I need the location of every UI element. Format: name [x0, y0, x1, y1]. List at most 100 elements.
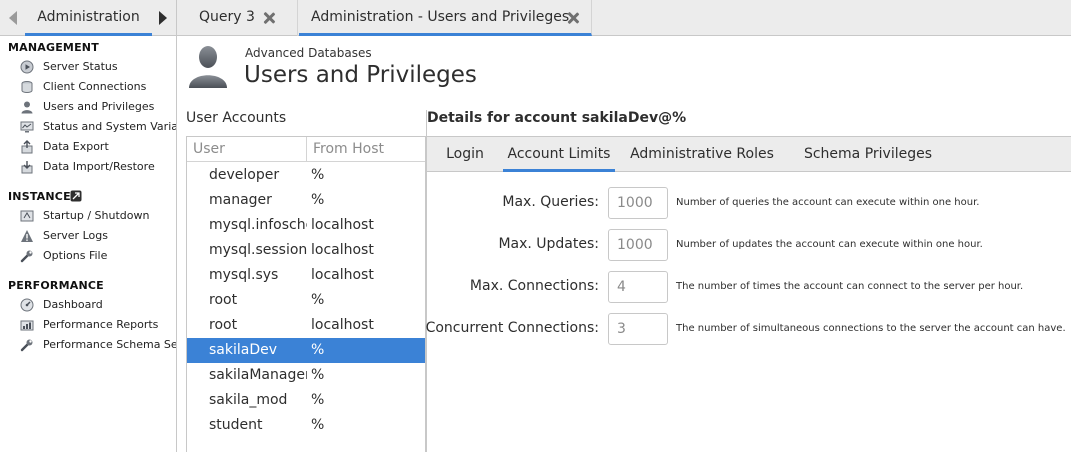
table-row[interactable]: sakilaManager% [187, 363, 425, 388]
close-icon[interactable] [567, 12, 579, 24]
sidebar-item-label: Server Status [43, 60, 118, 73]
sidebar-tab-bar: Administration [0, 0, 176, 36]
concurrent-connections-field[interactable]: 3 [608, 313, 668, 345]
cell-host: localhost [311, 267, 374, 283]
tab-schema-privileges[interactable]: Schema Privileges [797, 137, 939, 172]
close-icon[interactable] [263, 12, 275, 24]
tab-label: Administration - Users and Privileges [311, 9, 570, 25]
cell-user: root [209, 292, 238, 308]
user-accounts-table: User From Host developer% manager% mysql.i… [186, 136, 426, 452]
column-divider[interactable] [306, 137, 307, 162]
plug-icon [21, 81, 33, 93]
warning-icon [21, 230, 33, 242]
cell-host: localhost [311, 317, 374, 333]
sidebar-item-status-and-system-variables[interactable]: Status and System Variables [20, 117, 176, 137]
sidebar-item-performance-reports[interactable]: Performance Reports [20, 315, 176, 335]
table-row[interactable]: manager% [187, 188, 425, 213]
section-heading-label: INSTANCE [8, 190, 71, 203]
cell-user: sakila_mod [209, 392, 288, 408]
table-row[interactable]: mysql.infoschemalocalhost [187, 213, 425, 238]
sidebar-item-data-import-restore[interactable]: Data Import/Restore [20, 157, 176, 177]
sidebar-item-label: Data Import/Restore [43, 160, 155, 173]
cell-host: % [311, 367, 325, 383]
sidebar-item-label: Data Export [43, 140, 109, 153]
max-connections-description: The number of times the account can conn… [676, 281, 1024, 292]
export-icon [21, 140, 33, 154]
table-row[interactable]: sakilaDev% [187, 338, 425, 363]
scroll-left-arrow-icon[interactable] [9, 11, 17, 25]
table-row[interactable]: student% [187, 413, 425, 438]
tab-administrative-roles[interactable]: Administrative Roles [627, 137, 777, 172]
cell-user: sakilaManager [209, 367, 307, 383]
cell-host: localhost [311, 217, 374, 233]
table-row[interactable]: root% [187, 288, 425, 313]
table-row[interactable]: mysql.sys localhost [187, 263, 425, 288]
table-header: User From Host [187, 137, 425, 162]
play-circle-icon [20, 60, 34, 74]
sidebar-tab-administration[interactable]: Administration [25, 0, 152, 36]
user-accounts-title: User Accounts [186, 110, 287, 126]
cell-host: % [311, 292, 325, 308]
tab-login[interactable]: Login [427, 137, 503, 172]
sidebar-item-server-logs[interactable]: Server Logs [20, 226, 176, 246]
cell-host: % [311, 192, 325, 208]
details-title: Details for account sakilaDev@% [427, 110, 687, 126]
section-heading-instance: INSTANCE [8, 190, 82, 203]
import-icon [21, 161, 33, 174]
max-connections-label: Max. Connections: [469, 278, 599, 294]
max-connections-field[interactable]: 4 [608, 271, 668, 303]
sidebar-item-options-file[interactable]: Options File [20, 246, 176, 266]
cell-user: mysql.sys [209, 267, 279, 283]
tab-label: Query 3 [199, 9, 255, 25]
page-subtitle: Advanced Databases [245, 46, 372, 60]
sidebar-item-server-status[interactable]: Server Status [20, 57, 176, 77]
cell-host: % [311, 417, 325, 433]
external-window-icon[interactable] [70, 190, 82, 202]
sidebar-item-data-export[interactable]: Data Export [20, 137, 176, 157]
max-updates-description: Number of updates the account can execut… [676, 239, 983, 250]
section-heading-management: MANAGEMENT [8, 41, 99, 54]
sidebar-item-performance-schema-setup[interactable]: Performance Schema Setup [20, 335, 176, 355]
cell-host: % [311, 342, 325, 358]
table-row[interactable]: mysql.session localhost [187, 238, 425, 263]
users-header-icon [189, 46, 227, 88]
tab-account-limits[interactable]: Account Limits [503, 137, 615, 172]
section-heading-performance: PERFORMANCE [8, 279, 104, 292]
tab-administration-users-privileges[interactable]: Administration - Users and Privileges [299, 0, 592, 36]
max-queries-description: Number of queries the account can execut… [676, 197, 980, 208]
table-row[interactable]: developer% [187, 163, 425, 188]
cell-user: sakilaDev [209, 342, 278, 358]
tab-query-3[interactable]: Query 3 [177, 0, 298, 36]
document-tab-bar: Query 3 Administration - Users and Privi… [177, 0, 1071, 36]
table-row[interactable]: sakila_mod% [187, 388, 425, 413]
max-updates-field[interactable]: 1000 [608, 229, 668, 261]
sidebar-item-label: Client Connections [43, 80, 147, 93]
sidebar-item-label: Dashboard [43, 298, 103, 311]
cell-user: developer [209, 167, 280, 183]
sidebar-item-label: Startup / Shutdown [43, 209, 150, 222]
table-row[interactable]: root localhost [187, 313, 425, 338]
scroll-right-arrow-icon[interactable] [159, 11, 167, 25]
cell-host: % [311, 392, 325, 408]
sidebar-item-client-connections[interactable]: Client Connections [20, 77, 176, 97]
reports-icon [20, 320, 34, 331]
details-tab-bar: Login Account Limits Administrative Role… [427, 136, 1071, 172]
sidebar-item-label: Users and Privileges [43, 100, 155, 113]
cell-user: mysql.infoschema [209, 217, 307, 233]
max-queries-label: Max. Queries: [502, 194, 599, 210]
max-updates-label: Max. Updates: [498, 236, 599, 252]
cell-user: student [209, 417, 263, 433]
sidebar-item-label: Status and System Variables [43, 120, 176, 133]
monitor-icon [20, 121, 34, 133]
column-header-user[interactable]: User [193, 137, 225, 162]
sidebar-item-users-and-privileges[interactable]: Users and Privileges [20, 97, 176, 117]
sidebar-item-startup-shutdown[interactable]: Startup / Shutdown [20, 206, 176, 226]
max-queries-field[interactable]: 1000 [608, 187, 668, 219]
wrench-icon [20, 339, 33, 352]
cell-user: manager [209, 192, 272, 208]
admin-sidebar: Administration MANAGEMENT Server Status … [0, 0, 177, 452]
sidebar-item-label: Performance Reports [43, 318, 159, 331]
column-header-from-host[interactable]: From Host [313, 137, 384, 162]
wrench-icon [20, 250, 33, 263]
sidebar-item-dashboard[interactable]: Dashboard [20, 295, 176, 315]
